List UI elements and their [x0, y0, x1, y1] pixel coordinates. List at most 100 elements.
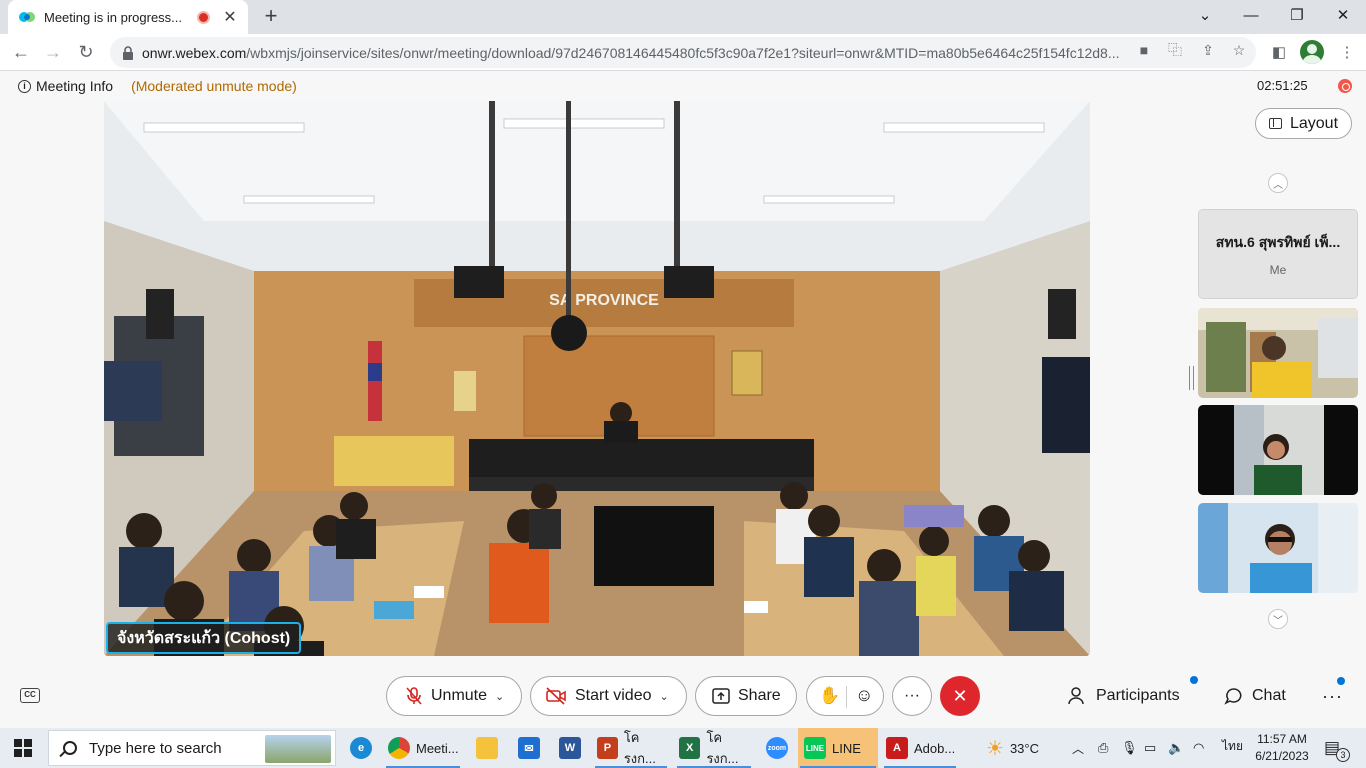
participant-video-frame	[1198, 503, 1358, 593]
taskbar-app-label: Adob...	[914, 740, 956, 756]
translate-icon[interactable]: ⿻	[1166, 41, 1184, 59]
acrobat-icon: A	[886, 737, 908, 759]
raise-hand-and-reactions[interactable]: ✋ ☺	[806, 676, 884, 716]
taskbar-app-label: โครงก...	[623, 730, 656, 766]
share-label: Share	[738, 687, 781, 704]
active-speaker-name-tag: จังหวัดสระแก้ว (Cohost)	[106, 622, 302, 654]
bookmark-star-icon[interactable]: ☆	[1230, 41, 1248, 59]
scroll-up-icon[interactable]: ︿	[1268, 173, 1288, 193]
battery-icon[interactable]: ▭	[1144, 728, 1156, 768]
input-language[interactable]: ไทย	[1222, 738, 1243, 755]
unmute-button[interactable]: Unmute ⌄	[386, 676, 522, 716]
taskbar-app-powerpoint[interactable]: P โครงก...	[593, 728, 669, 768]
lock-icon	[123, 45, 133, 60]
raise-hand-icon[interactable]: ✋	[819, 686, 840, 706]
windows-start-icon[interactable]	[14, 739, 32, 757]
new-tab-button[interactable]: +	[258, 4, 284, 30]
notification-center-button[interactable]: ▤ 3	[1324, 728, 1350, 768]
clock-date: 6/21/2023	[1255, 749, 1309, 763]
mail-icon: ✉	[518, 737, 540, 759]
back-button[interactable]: ←	[8, 39, 34, 65]
taskbar-app-line[interactable]: LINE LINE	[798, 728, 878, 768]
camera-in-use-icon[interactable]: ■	[1135, 41, 1153, 59]
side-panel-icon[interactable]: ◧	[1268, 41, 1290, 63]
address-bar[interactable]: onwr.webex.com/wbxmjs/joinservice/sites/…	[110, 37, 1256, 68]
taskbar-app-chrome[interactable]: Meeti...	[384, 728, 462, 768]
taskbar-app-excel[interactable]: X โครงก...	[675, 728, 753, 768]
taskbar-app-label: โครงก...	[706, 730, 739, 766]
recording-icon[interactable]	[1338, 79, 1352, 93]
taskbar-word[interactable]: W	[555, 728, 585, 768]
room-sign-text: SA PROVINCE	[549, 292, 659, 309]
leave-meeting-button[interactable]: ✕	[940, 676, 980, 716]
show-hidden-icons[interactable]: ︿	[1072, 728, 1084, 768]
url-path: /wbxmjs/joinservice/sites/onwr/meeting/d…	[246, 44, 1120, 61]
chat-icon	[1224, 688, 1242, 705]
meeting-area: i Meeting Info (Moderated unmute mode) 0…	[0, 71, 1366, 728]
folder-icon	[476, 737, 498, 759]
more-menu-button[interactable]: ···	[1322, 684, 1343, 708]
profile-avatar[interactable]	[1300, 40, 1324, 64]
taskbar-app-label: Meeti...	[416, 740, 459, 756]
wifi-icon[interactable]: ◠	[1193, 728, 1204, 768]
participants-button[interactable]: Participants	[1068, 684, 1180, 708]
participant-video-tile[interactable]	[1198, 308, 1358, 398]
line-icon: LINE	[804, 737, 826, 759]
meeting-info-link[interactable]: Meeting Info	[36, 78, 113, 94]
excel-icon: X	[679, 737, 701, 759]
browser-tab[interactable]: Meeting is in progress... ✕	[8, 0, 248, 34]
tab-search-chevron-icon[interactable]: ⌄	[1182, 0, 1228, 30]
taskbar-mail[interactable]: ✉	[514, 728, 544, 768]
video-off-icon	[546, 687, 566, 705]
browser-menu-icon[interactable]: ⋮	[1336, 41, 1358, 63]
chat-button[interactable]: Chat	[1224, 684, 1286, 708]
device-icon[interactable]: ⎙	[1098, 728, 1108, 768]
meeting-info-bar: i Meeting Info (Moderated unmute mode)	[18, 77, 297, 95]
info-icon[interactable]: i	[18, 79, 31, 93]
windows-taskbar: Type here to search e Meeti... ✉ W P โคร…	[0, 728, 1366, 768]
forward-button[interactable]: →	[40, 39, 66, 65]
chat-label: Chat	[1252, 687, 1286, 704]
participant-video-tile[interactable]	[1198, 503, 1358, 593]
muted-microphone-icon	[406, 687, 422, 705]
closed-captions-button[interactable]: CC	[20, 688, 40, 703]
tab-close-icon[interactable]: ✕	[222, 7, 238, 27]
search-icon	[63, 741, 77, 755]
close-window-button[interactable]: ✕	[1320, 0, 1366, 30]
browser-tab-strip: Meeting is in progress... ✕ + ⌄ — ❐ ✕	[0, 0, 1366, 34]
participants-notification-dot	[1190, 676, 1198, 684]
start-video-label: Start video	[575, 687, 652, 704]
participants-icon	[1068, 687, 1084, 705]
notification-count: 3	[1336, 748, 1350, 762]
url-host: onwr.webex.com	[142, 44, 247, 61]
reload-button[interactable]: ↻	[73, 39, 99, 65]
more-options-button[interactable]: ···	[892, 676, 932, 716]
share-page-icon[interactable]: ⇪	[1199, 41, 1217, 59]
panel-resize-handle[interactable]	[1189, 366, 1194, 390]
self-video-tile[interactable]: สทน.6 สุพรทิพย์ เพ็... Me	[1198, 209, 1358, 299]
start-video-button[interactable]: Start video ⌄	[530, 676, 687, 716]
taskbar-app-acrobat[interactable]: A Adob...	[882, 728, 958, 768]
share-button[interactable]: Share	[695, 676, 797, 716]
meeting-timer: 02:51:25	[1257, 78, 1308, 93]
taskbar-zoom[interactable]: zoom	[762, 728, 792, 768]
moderated-mode-label: (Moderated unmute mode)	[131, 78, 297, 94]
tab-title: Meeting is in progress...	[44, 9, 183, 25]
chevron-down-icon[interactable]: ⌄	[495, 690, 504, 703]
volume-icon[interactable]: 🔈	[1168, 728, 1184, 768]
system-clock[interactable]: 11:57 AM 6/21/2023	[1250, 731, 1314, 765]
microphone-in-use-icon[interactable]: 🎙	[1121, 728, 1138, 768]
weather-widget[interactable]: ☀ 33°C	[986, 728, 1039, 768]
layout-button[interactable]: Layout	[1255, 108, 1352, 139]
chevron-down-icon[interactable]: ⌄	[659, 690, 668, 703]
participant-video-tile[interactable]	[1198, 405, 1358, 495]
restore-button[interactable]: ❐	[1274, 0, 1320, 30]
taskbar-search-box[interactable]: Type here to search	[48, 730, 336, 766]
layout-label: Layout	[1289, 114, 1339, 132]
taskbar-file-explorer[interactable]	[472, 728, 502, 768]
minimize-button[interactable]: —	[1228, 0, 1274, 30]
reactions-icon[interactable]: ☺	[855, 685, 873, 706]
unmute-label: Unmute	[431, 687, 488, 704]
scroll-down-icon[interactable]: ﹀	[1268, 609, 1288, 629]
taskbar-edge-icon[interactable]: e	[346, 728, 376, 768]
